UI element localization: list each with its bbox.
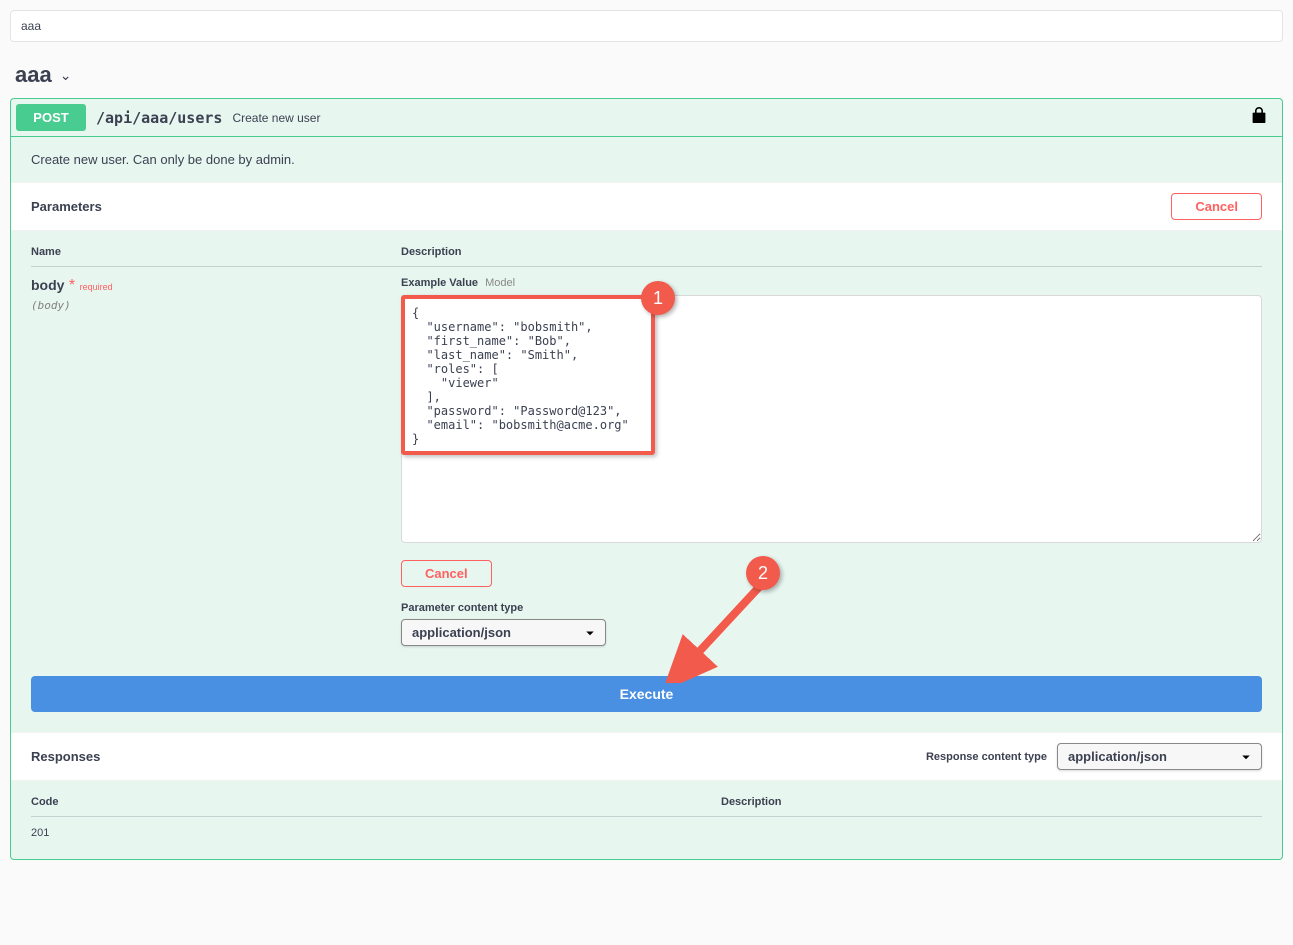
responses-heading: Responses <box>31 749 100 764</box>
chevron-down-icon: ⌄ <box>60 67 72 84</box>
param-content-type-select[interactable]: application/json <box>401 619 606 646</box>
response-desc <box>721 827 1262 839</box>
model-tab[interactable]: Model <box>485 277 515 289</box>
parameters-heading: Parameters <box>31 199 102 214</box>
operation-path: /api/aaa/users <box>96 109 222 127</box>
cancel-button[interactable]: Cancel <box>1171 193 1262 220</box>
param-name: body <box>31 277 64 293</box>
section-header[interactable]: aaa ⌄ <box>0 52 1293 98</box>
annotation-badge-1: 1 <box>641 281 675 315</box>
responses-table: Code Description 201 <box>11 781 1282 859</box>
col-desc-header: Description <box>401 246 1262 258</box>
param-cancel-button[interactable]: Cancel <box>401 560 492 587</box>
resp-col-code-header: Code <box>31 796 721 808</box>
parameters-bar: Parameters Cancel <box>11 182 1282 231</box>
required-star: * <box>69 277 75 294</box>
response-content-type-select[interactable]: application/json <box>1057 743 1262 770</box>
operation-description: Create new user. Can only be done by adm… <box>11 137 1282 182</box>
execute-button[interactable]: Execute <box>31 676 1262 712</box>
param-content-type-label: Parameter content type <box>401 602 1262 614</box>
example-value-tab[interactable]: Example Value <box>401 277 478 289</box>
operation-block: POST /api/aaa/users Create new user Crea… <box>10 98 1283 860</box>
operation-summary[interactable]: POST /api/aaa/users Create new user <box>11 99 1282 137</box>
method-badge: POST <box>16 104 86 131</box>
lock-icon[interactable] <box>1251 106 1267 129</box>
response-row: 201 <box>31 827 1262 839</box>
operation-body: Create new user. Can only be done by adm… <box>11 137 1282 859</box>
resp-col-desc-header: Description <box>721 796 1262 808</box>
required-text: required <box>80 282 113 292</box>
body-textarea[interactable] <box>401 295 1262 543</box>
annotation-badge-2: 2 <box>746 556 780 590</box>
parameters-table: Name Description body * required (body) … <box>11 231 1282 661</box>
responses-bar: Responses Response content type applicat… <box>11 732 1282 781</box>
operation-summary-desc: Create new user <box>232 111 320 125</box>
filter-input[interactable]: aaa <box>10 10 1283 42</box>
response-content-type-label: Response content type <box>926 751 1047 763</box>
param-in: (body) <box>31 299 401 312</box>
section-title: aaa <box>15 62 52 88</box>
response-code: 201 <box>31 827 721 839</box>
col-name-header: Name <box>31 246 401 258</box>
